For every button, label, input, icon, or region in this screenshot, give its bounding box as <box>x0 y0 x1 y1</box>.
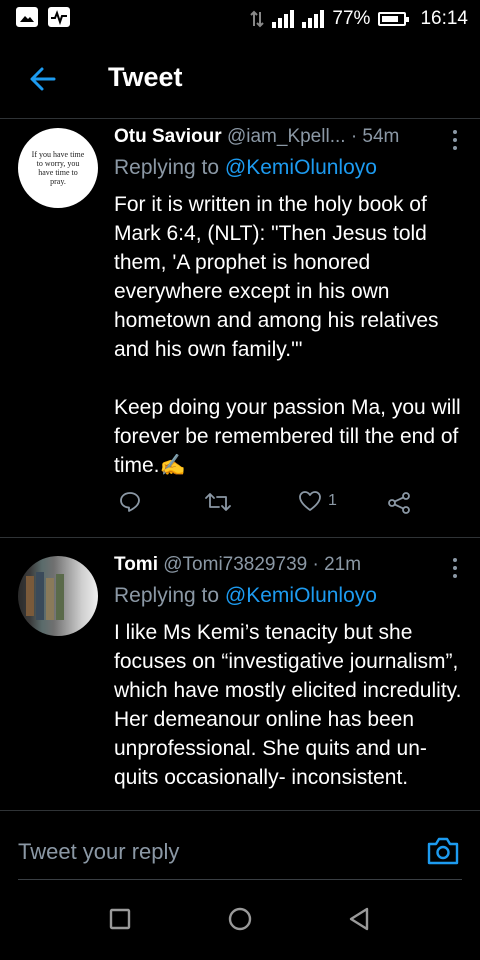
signal-strength-icon-2 <box>302 10 325 28</box>
replying-to: Replying to @KemiOlunloyo <box>114 584 377 608</box>
author-name[interactable]: Tomi <box>114 554 158 575</box>
circle-icon <box>228 907 252 931</box>
avatar[interactable] <box>18 556 98 636</box>
battery-fill <box>382 16 398 22</box>
share-button[interactable] <box>386 490 412 516</box>
status-bar: 77% 16:14 <box>0 0 480 38</box>
signal-strength-icon-1 <box>272 10 295 28</box>
tweet-time: · 21m <box>312 554 362 575</box>
retweet-icon <box>205 493 231 511</box>
mention-link[interactable]: @KemiOlunloyo <box>225 156 377 179</box>
reply-composer: Tweet your reply <box>0 810 480 881</box>
square-icon <box>109 908 131 930</box>
replying-to: Replying to @KemiOlunloyo <box>114 156 377 180</box>
recents-button[interactable] <box>105 904 135 934</box>
page-header: Tweet <box>0 40 480 119</box>
tweet-item[interactable]: Tomi @Tomi73829739 · 21m Replying to @Ke… <box>0 538 480 810</box>
share-icon <box>388 492 410 514</box>
status-right-icons: 77% 16:14 <box>250 8 468 30</box>
replying-to-label: Replying to <box>114 584 220 607</box>
tweet-header: Otu Saviour @iam_Kpell... · 54m <box>114 126 399 148</box>
back-nav-button[interactable] <box>345 904 375 934</box>
avatar-quote-text: If you have time to worry, you have time… <box>31 150 85 186</box>
author-handle[interactable]: @Tomi73829739 <box>163 554 307 575</box>
data-transfer-icon <box>250 10 265 28</box>
reply-input[interactable]: Tweet your reply <box>18 839 179 865</box>
replying-to-label: Replying to <box>114 156 220 179</box>
tweet-text-paragraph: For it is written in the holy book of Ma… <box>114 193 439 361</box>
like-count: 1 <box>328 492 337 509</box>
author-name[interactable]: Otu Saviour <box>114 126 222 147</box>
tweet-text: I like Ms Kemi’s tenacity but she focuse… <box>114 618 464 792</box>
tweet-time: · 54m <box>350 126 400 147</box>
tweet-text-paragraph: Keep doing your passion Ma, you will for… <box>114 396 461 477</box>
tweet-text-paragraph: I like Ms Kemi’s tenacity but she focuse… <box>114 621 462 789</box>
reply-icon <box>120 492 140 512</box>
clock: 16:14 <box>420 8 468 29</box>
tweet-actions: 1 <box>114 490 434 526</box>
status-left-icons <box>16 7 70 27</box>
activity-notification-icon <box>48 7 70 27</box>
system-nav-bar <box>0 880 480 960</box>
back-button[interactable] <box>26 62 60 96</box>
more-options-icon[interactable] <box>452 558 458 578</box>
triangle-back-icon <box>349 907 369 931</box>
battery-percent: 77% <box>332 8 371 29</box>
author-handle[interactable]: @iam_Kpell... <box>227 126 346 147</box>
retweet-button[interactable] <box>204 490 232 514</box>
tweet-text: For it is written in the holy book of Ma… <box>114 190 464 480</box>
tweet-item[interactable]: If you have time to worry, you have time… <box>0 118 480 538</box>
home-button[interactable] <box>225 904 255 934</box>
like-button[interactable]: 1 <box>298 490 337 512</box>
arrow-left-icon <box>30 67 56 91</box>
reply-button[interactable] <box>118 490 142 514</box>
battery-icon <box>378 12 410 26</box>
mention-link[interactable]: @KemiOlunloyo <box>225 584 377 607</box>
gallery-notification-icon <box>16 7 38 27</box>
tweet-header: Tomi @Tomi73829739 · 21m <box>114 554 361 576</box>
more-options-icon[interactable] <box>452 130 458 150</box>
avatar[interactable]: If you have time to worry, you have time… <box>18 128 98 208</box>
camera-button[interactable] <box>426 835 460 867</box>
page-title: Tweet <box>108 62 183 92</box>
camera-icon <box>427 837 459 865</box>
heart-icon <box>299 491 321 511</box>
